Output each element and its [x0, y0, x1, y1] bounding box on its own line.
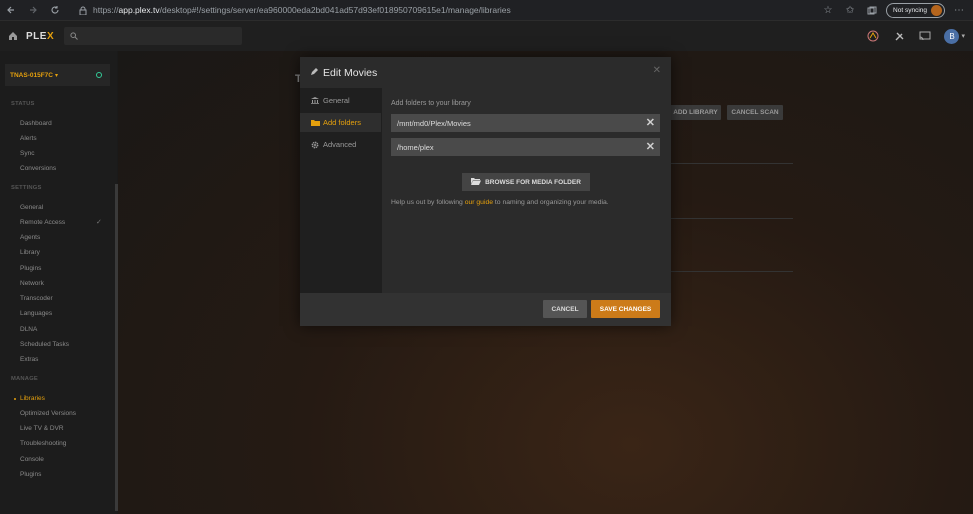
server-selector[interactable]: TNAS-015F7C ▾ — [5, 64, 110, 86]
sidebar-item-scheduled-tasks[interactable]: Scheduled Tasks — [20, 341, 69, 348]
url-domain: app.plex.tv — [118, 5, 160, 15]
lock-icon[interactable] — [78, 0, 88, 21]
browse-media-folder-button[interactable]: BROWSE FOR MEDIA FOLDER — [462, 173, 590, 191]
folder-open-icon — [471, 177, 482, 187]
url-scheme: https:// — [93, 5, 119, 15]
remove-folder-icon[interactable]: ✕ — [646, 116, 655, 129]
user-menu[interactable]: B ▾ — [944, 28, 965, 44]
settings-section-header: SETTINGS — [11, 185, 42, 191]
settings-sidebar: TNAS-015F7C ▾ STATUS Dashboard Alerts Sy… — [0, 51, 118, 514]
tab-label: Add folders — [323, 118, 361, 127]
check-icon: ✓ — [96, 219, 102, 226]
cancel-button[interactable]: CANCEL — [543, 300, 587, 318]
favorites-icon[interactable]: ✩ — [842, 3, 858, 19]
user-avatar: B — [944, 28, 960, 44]
active-indicator — [14, 398, 16, 400]
cast-icon[interactable] — [918, 29, 932, 43]
logo-main: PLE — [26, 30, 47, 42]
reload-icon[interactable] — [44, 0, 66, 21]
dialog-header: Edit Movies — [300, 57, 671, 88]
plex-logo[interactable]: PLEX — [26, 31, 62, 42]
sidebar-item-libraries[interactable]: Libraries — [20, 395, 45, 402]
folder-path: /mnt/md0/Plex/Movies — [397, 118, 471, 128]
browser-toolbar: https://app.plex.tv/desktop#!/settings/s… — [0, 0, 973, 21]
folder-path-field[interactable]: /home/plex ✕ — [391, 138, 660, 156]
sidebar-item-agents[interactable]: Agents — [20, 234, 40, 241]
manage-section-header: MANAGE — [11, 376, 38, 382]
sidebar-item-live-tv-dvr[interactable]: Live TV & DVR — [20, 425, 64, 432]
collections-icon[interactable] — [864, 3, 880, 19]
divider — [670, 163, 793, 164]
guide-link[interactable]: our guide — [465, 199, 493, 206]
help-text-after: to naming and organizing your media. — [493, 199, 609, 206]
sync-status-label: Not syncing — [893, 7, 927, 14]
dialog-tabs: General Add folders Advanced — [300, 88, 381, 293]
sidebar-item-manage-plugins[interactable]: Plugins — [20, 471, 41, 478]
remove-folder-icon[interactable]: ✕ — [646, 140, 655, 153]
close-icon[interactable]: ✕ — [653, 65, 661, 76]
browse-label: BROWSE FOR MEDIA FOLDER — [485, 178, 581, 186]
edit-library-dialog: Edit Movies ✕ General Add folders Advanc — [300, 57, 671, 326]
sidebar-item-troubleshooting[interactable]: Troubleshooting — [20, 440, 66, 447]
folder-path-field[interactable]: /mnt/md0/Plex/Movies ✕ — [391, 114, 660, 132]
tab-add-folders[interactable]: Add folders — [300, 113, 381, 132]
search-input[interactable] — [64, 27, 242, 45]
plex-topbar: PLEX B ▾ — [0, 21, 973, 51]
tab-general[interactable]: General — [300, 91, 381, 110]
url-path: /desktop#!/settings/server/ea960000eda2b… — [159, 5, 511, 15]
profile-sync-button[interactable]: Not syncing — [886, 3, 945, 18]
sidebar-item-extras[interactable]: Extras — [20, 356, 38, 363]
sidebar-item-general[interactable]: General — [20, 204, 43, 211]
sidebar-item-plugins[interactable]: Plugins — [20, 265, 41, 272]
dialog-title: Edit Movies — [323, 66, 378, 79]
library-icon — [310, 97, 320, 104]
server-name: TNAS-015F7C — [10, 71, 53, 79]
sidebar-item-transcoder[interactable]: Transcoder — [20, 295, 53, 302]
sidebar-item-languages[interactable]: Languages — [20, 310, 52, 317]
profile-avatar — [931, 5, 942, 16]
sidebar-item-dlna[interactable]: DLNA — [20, 326, 37, 333]
sidebar-item-alerts[interactable]: Alerts — [20, 135, 37, 142]
sidebar-item-dashboard[interactable]: Dashboard — [20, 120, 52, 127]
settings-tools-icon[interactable] — [892, 29, 906, 43]
dialog-body: General Add folders Advanced Add folders… — [300, 88, 671, 293]
forward-icon[interactable] — [22, 0, 44, 21]
divider — [670, 271, 793, 272]
address-bar[interactable]: https://app.plex.tv/desktop#!/settings/s… — [93, 5, 511, 15]
cancel-scan-button[interactable]: CANCEL SCAN — [727, 105, 783, 120]
activity-icon[interactable] — [866, 29, 880, 43]
add-folders-label: Add folders to your library — [391, 100, 471, 107]
status-section-header: STATUS — [11, 101, 35, 107]
divider — [670, 218, 793, 219]
search-icon — [70, 32, 78, 40]
pencil-icon — [310, 67, 319, 78]
add-folders-panel: Add folders to your library /mnt/md0/Ple… — [382, 88, 671, 293]
folder-icon — [310, 119, 320, 126]
folder-path: /home/plex — [397, 142, 434, 152]
sidebar-item-remote-access[interactable]: Remote Access — [20, 219, 65, 226]
home-icon[interactable] — [0, 31, 26, 41]
tab-label: General — [323, 96, 350, 105]
bookmark-star-icon[interactable]: ☆ — [820, 3, 836, 19]
chevron-down-icon: ▾ — [54, 72, 58, 79]
sidebar-item-library[interactable]: Library — [20, 249, 40, 256]
server-status-icon — [96, 72, 102, 78]
gear-icon — [310, 141, 320, 149]
sidebar-item-network[interactable]: Network — [20, 280, 44, 287]
sidebar-item-conversions[interactable]: Conversions — [20, 165, 56, 172]
help-text-before: Help us out by following — [391, 199, 465, 206]
more-menu-icon[interactable]: ⋯ — [951, 3, 967, 19]
tab-advanced[interactable]: Advanced — [300, 135, 381, 154]
tab-label: Advanced — [323, 140, 357, 149]
chevron-down-icon: ▾ — [961, 33, 965, 40]
save-changes-button[interactable]: SAVE CHANGES — [591, 300, 660, 318]
back-icon[interactable] — [0, 0, 22, 21]
sidebar-item-sync[interactable]: Sync — [20, 150, 34, 157]
logo-accent: X — [46, 30, 55, 42]
help-text: Help us out by following our guide to na… — [391, 199, 609, 206]
add-library-button[interactable]: ADD LIBRARY — [670, 105, 721, 120]
dialog-footer: CANCEL SAVE CHANGES — [300, 293, 671, 326]
sidebar-item-console[interactable]: Console — [20, 456, 44, 463]
sidebar-item-optimized-versions[interactable]: Optimized Versions — [20, 410, 76, 417]
